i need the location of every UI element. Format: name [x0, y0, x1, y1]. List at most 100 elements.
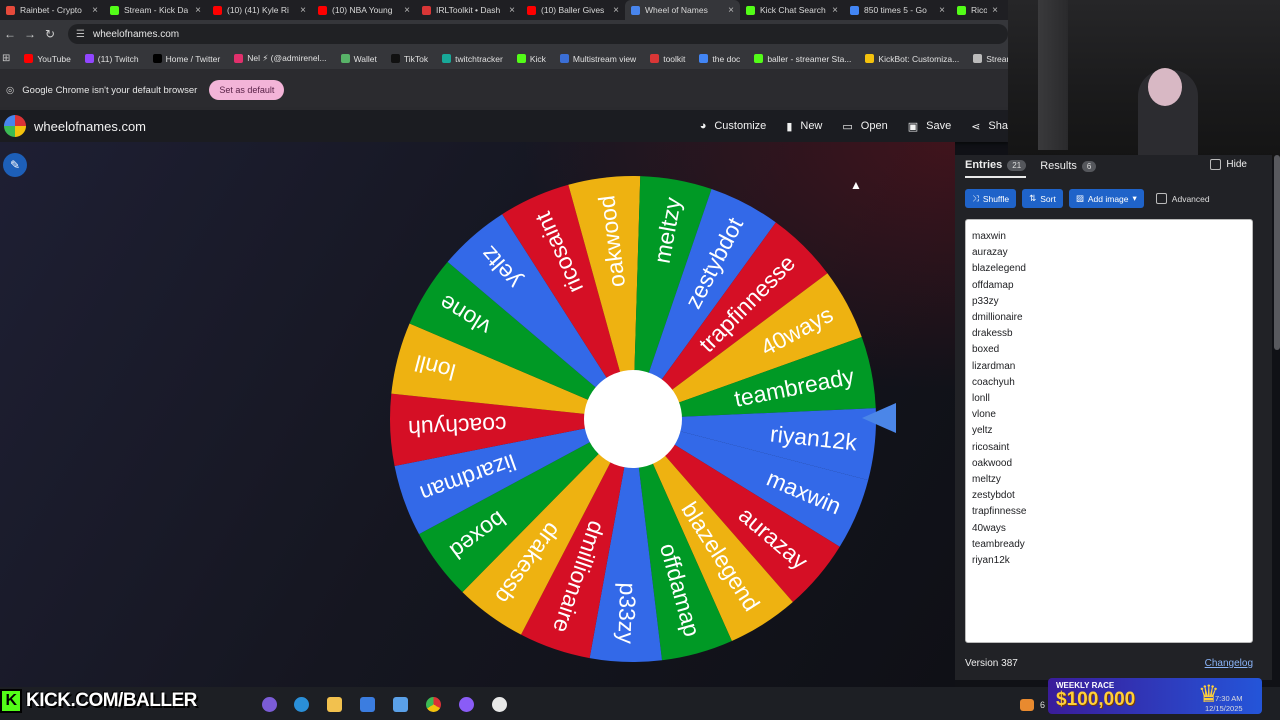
back-icon[interactable]: ←	[0, 27, 20, 41]
shuffle-icon: ⤨	[972, 193, 979, 203]
bookmark-item[interactable]: twitchtracker	[442, 54, 503, 64]
tray-number: 6	[1040, 700, 1046, 710]
apps-grid-icon[interactable]: ⊞	[2, 53, 10, 64]
forward-icon[interactable]: →	[20, 27, 40, 41]
bookmark-item[interactable]: Streamed - Wa	[973, 54, 1008, 64]
advanced-checkbox[interactable]	[1155, 193, 1167, 204]
kick-url: KICK.COM/BALLER	[26, 690, 197, 711]
entries-textarea[interactable]: maxwin aurazay blazelegend offdamap p33zy dmi…	[965, 219, 1253, 643]
browser-tab[interactable]: 850 times 5 - Go ×	[844, 0, 951, 20]
bookmark-item[interactable]: Nel ⚡ (@admirenel...	[234, 53, 327, 64]
new-button[interactable]: ▮ New	[786, 120, 822, 133]
entry-line: riyan12k	[972, 555, 1010, 567]
browser-tab[interactable]: IRLToolkit • Dash ×	[416, 0, 521, 20]
customize-button[interactable]: ◕ Customize	[700, 120, 767, 132]
steam-icon[interactable]	[492, 697, 507, 712]
reload-icon[interactable]: ↻	[40, 27, 60, 41]
bookmark-item[interactable]: the doc	[699, 54, 740, 64]
tab-favicon-icon	[746, 5, 755, 15]
bookmark-item[interactable]: Home / Twitter	[152, 54, 220, 64]
entries-panel: Entries 21 Results 6 Hide ⤨ Shuffle ⇅ Sort ▨…	[955, 155, 1272, 680]
browser-tab[interactable]: (10) (41) Kyle Ri ×	[207, 0, 312, 20]
set-as-default-button[interactable]: Set as default	[209, 80, 285, 100]
close-tab-icon[interactable]: ×	[992, 5, 998, 16]
bookmark-item[interactable]: YouTube	[24, 54, 71, 64]
tab-entries[interactable]: Entries 21	[965, 159, 1027, 178]
bookmark-favicon-icon	[152, 54, 162, 63]
save-button[interactable]: ▣ Save	[908, 120, 951, 133]
browser-tab[interactable]: (10) NBA Young ×	[312, 0, 416, 20]
store-icon[interactable]	[360, 697, 375, 712]
mouse-cursor-icon: ▲	[850, 178, 862, 192]
bookmark-item[interactable]: baller - streamer Sta...	[754, 54, 851, 64]
obs-icon[interactable]	[459, 697, 474, 712]
site-name[interactable]: wheelofnames.com	[34, 119, 146, 134]
close-tab-icon[interactable]: ×	[509, 5, 515, 16]
close-tab-icon[interactable]: ×	[300, 5, 306, 16]
browser-tab[interactable]: Rainbet - Crypto ×	[0, 0, 104, 20]
add-image-button[interactable]: ▨ Add image ▾	[1068, 189, 1144, 208]
edit-pencil-icon[interactable]: ✎	[3, 153, 27, 177]
bookmark-favicon-icon	[390, 54, 400, 63]
tab-favicon-icon	[213, 5, 222, 15]
default-browser-infobar: ◎ Google Chrome isn't your default brows…	[0, 70, 1008, 110]
name-wheel[interactable]: maxwinaurazayblazelegendoffdamapp33zydmi…	[389, 175, 877, 663]
entry-line: zestybdot	[972, 490, 1015, 502]
advanced-toggle[interactable]: Advanced	[1155, 193, 1210, 204]
bookmark-item[interactable]: Wallet	[340, 54, 377, 64]
explorer-icon[interactable]	[327, 697, 342, 712]
entry-line: lonll	[972, 393, 990, 405]
entry-line: lizardman	[972, 360, 1016, 372]
tab-favicon-icon	[957, 5, 966, 15]
entry-line: trapfinnesse	[972, 506, 1027, 518]
entry-line: vlone	[972, 409, 996, 421]
hide-checkbox[interactable]	[1210, 159, 1222, 170]
bookmark-item[interactable]: TikTok	[390, 54, 428, 64]
browser-tab[interactable]: Kick Chat Search ×	[740, 0, 844, 20]
browser-tab[interactable]: (10) Baller Gives ×	[521, 0, 625, 20]
bookmark-item[interactable]: KickBot: Customiza...	[865, 54, 959, 64]
bookmark-item[interactable]: toolkit	[650, 54, 685, 64]
tab-favicon-icon	[631, 5, 640, 15]
close-tab-icon[interactable]: ×	[832, 5, 838, 16]
race-amount: $100,000	[1056, 689, 1136, 710]
open-button[interactable]: ▭ Open	[842, 120, 887, 133]
tray-icon[interactable]	[1020, 699, 1034, 711]
wheel-slice-label: coachyuh	[408, 412, 508, 442]
close-tab-icon[interactable]: ×	[728, 5, 734, 16]
bookmark-item[interactable]: Multistream view	[559, 54, 636, 64]
version-label: Version 387	[965, 658, 1018, 669]
wheel-center[interactable]	[584, 370, 682, 468]
edge-icon[interactable]	[294, 697, 309, 712]
tab-results[interactable]: Results 6	[1040, 160, 1097, 177]
hide-toggle[interactable]: Hide	[1210, 159, 1247, 170]
close-tab-icon[interactable]: ×	[613, 5, 619, 16]
browser-tab[interactable]: Stream - Kick Da ×	[104, 0, 207, 20]
close-tab-icon[interactable]: ×	[92, 5, 98, 16]
site-info-icon[interactable]: ☰	[76, 29, 85, 40]
bookmark-item[interactable]: (11) Twitch	[84, 54, 139, 64]
bookmark-favicon-icon	[754, 54, 764, 63]
close-tab-icon[interactable]: ×	[404, 5, 410, 16]
entry-line: boxed	[972, 344, 1000, 356]
tab-favicon-icon	[422, 5, 431, 15]
changelog-link[interactable]: Changelog	[1205, 658, 1253, 669]
shuffle-button[interactable]: ⤨ Shuffle	[965, 189, 1017, 208]
close-tab-icon[interactable]: ×	[939, 5, 945, 16]
entry-line: p33zy	[972, 295, 999, 307]
close-tab-icon[interactable]: ×	[195, 5, 201, 16]
address-bar[interactable]: ☰ wheelofnames.com	[68, 24, 1008, 44]
entry-line: teambready	[972, 538, 1025, 550]
share-button[interactable]: ⋖ Sha	[971, 120, 1008, 133]
browser-tab[interactable]: Wheel of Names ×	[625, 0, 740, 20]
page-scrollbar[interactable]	[1274, 155, 1280, 350]
browser-tab[interactable]: RicoSai×	[951, 0, 1004, 20]
bookmark-item[interactable]: Kick	[516, 54, 546, 64]
tab-favicon-icon	[6, 5, 15, 15]
browser-toolbar: ← → ↻ ☰ wheelofnames.com	[0, 20, 1008, 48]
sort-button[interactable]: ⇅ Sort	[1022, 189, 1063, 208]
search-icon[interactable]	[262, 697, 277, 712]
wheel-pointer	[862, 403, 896, 433]
chrome-taskbar-icon[interactable]	[426, 697, 441, 712]
app-icon[interactable]	[393, 697, 408, 712]
